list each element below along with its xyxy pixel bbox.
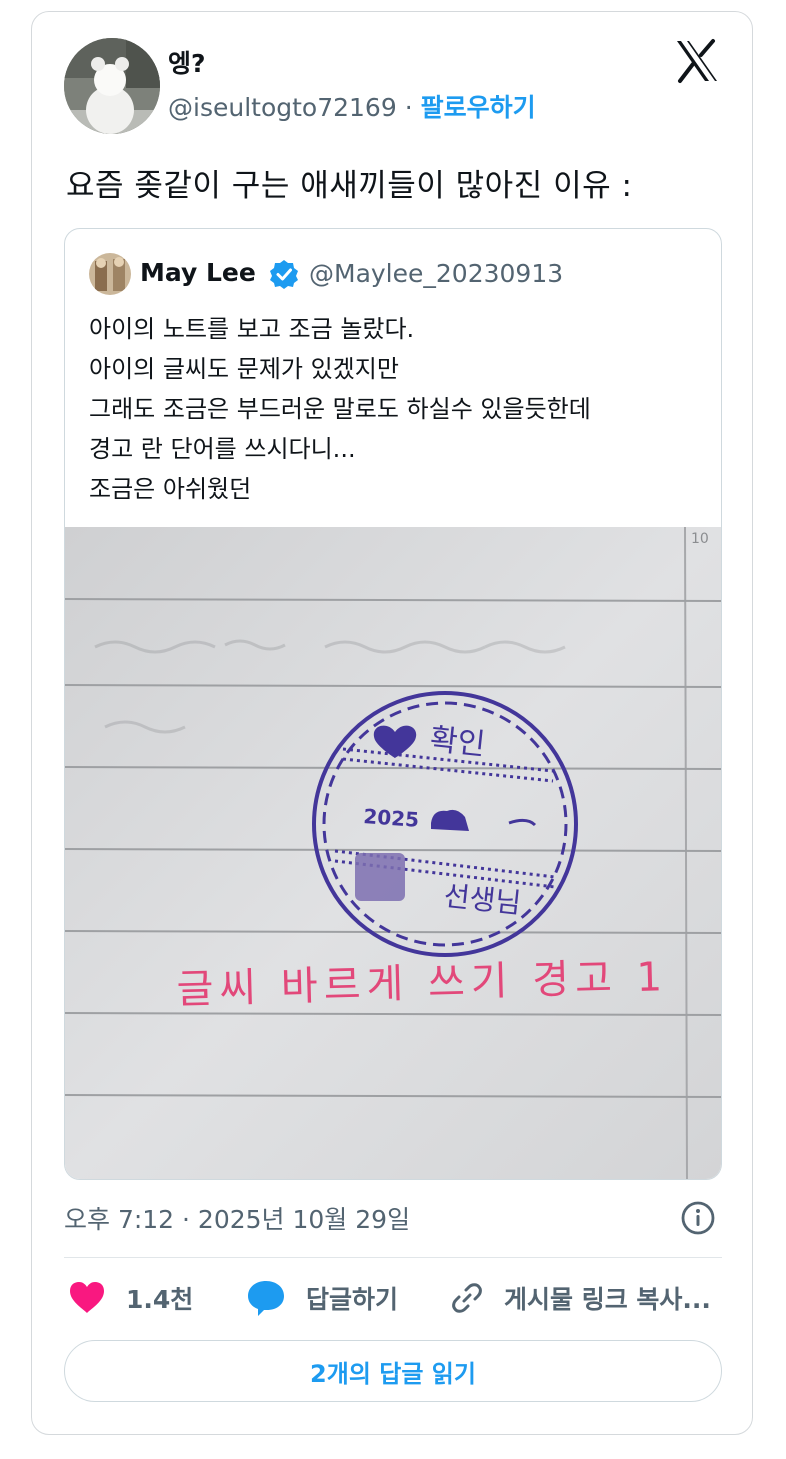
quote-author-avatar[interactable] (89, 253, 131, 295)
link-icon (452, 1283, 482, 1313)
stamp-year: 2025 (363, 804, 420, 832)
follow-button[interactable]: 팔로우하기 (421, 93, 536, 122)
quoted-tweet[interactable]: May Lee @Maylee_20230913 아이의 노트를 보고 조금 놀… (64, 228, 722, 1180)
copy-link-action[interactable]: 게시물 링크 복사... (450, 1278, 711, 1318)
author-display-name[interactable]: 엥? (168, 44, 206, 80)
quote-author-name[interactable]: May Lee (140, 258, 256, 287)
like-count: 1.4천 (126, 1285, 194, 1314)
tweet-timestamp[interactable]: 오후 7:12 · 2025년 10월 29일 (64, 1200, 410, 1236)
separator-dot: · (404, 93, 413, 122)
notebook-photo[interactable]: 10 확인 2025 선생님 글씨 바르게 쓰기 경고 1 (65, 527, 721, 1179)
divider (64, 1257, 722, 1258)
quote-text-line: 조금은 아쉬웠던 (89, 475, 252, 503)
author-handle-row: @iseultogto72169 · 팔로우하기 (168, 88, 536, 124)
tweet-text: 요즘 좆같이 구는 애새끼들이 많아진 이유 : (66, 168, 633, 204)
like-action[interactable]: 1.4천 (68, 1278, 193, 1318)
read-replies-button[interactable]: 2개의 답글 읽기 (64, 1340, 722, 1402)
reply-label: 답글하기 (306, 1285, 399, 1314)
heart-icon (70, 1282, 104, 1313)
reply-bubble-icon (248, 1281, 284, 1316)
verified-badge-icon (270, 260, 298, 289)
quote-text: 아이의 노트를 보고 조금 놀랐다. 아이의 글씨도 문제가 있겠지만 그래도 … (89, 309, 591, 509)
quote-text-line: 아이의 노트를 보고 조금 놀랐다. (89, 315, 415, 343)
stamp-confirm-label: 확인 (428, 722, 487, 763)
quote-author-handle[interactable]: @Maylee_20230913 (309, 259, 563, 288)
author-avatar[interactable] (64, 38, 160, 134)
quote-text-line: 경고 란 단어를 쓰시다니... (89, 435, 356, 463)
page-number: 10 (691, 531, 709, 547)
quote-text-line: 아이의 글씨도 문제가 있겠지만 (89, 355, 399, 383)
copy-link-label: 게시물 링크 복사... (504, 1285, 711, 1314)
info-icon[interactable] (680, 1200, 716, 1236)
quote-text-line: 그래도 조금은 부드러운 말로도 하실수 있을듯한데 (89, 395, 591, 423)
reply-action[interactable]: 답글하기 (246, 1278, 398, 1318)
x-logo-icon[interactable] (674, 38, 720, 84)
author-handle[interactable]: @iseultogto72169 (168, 93, 397, 122)
